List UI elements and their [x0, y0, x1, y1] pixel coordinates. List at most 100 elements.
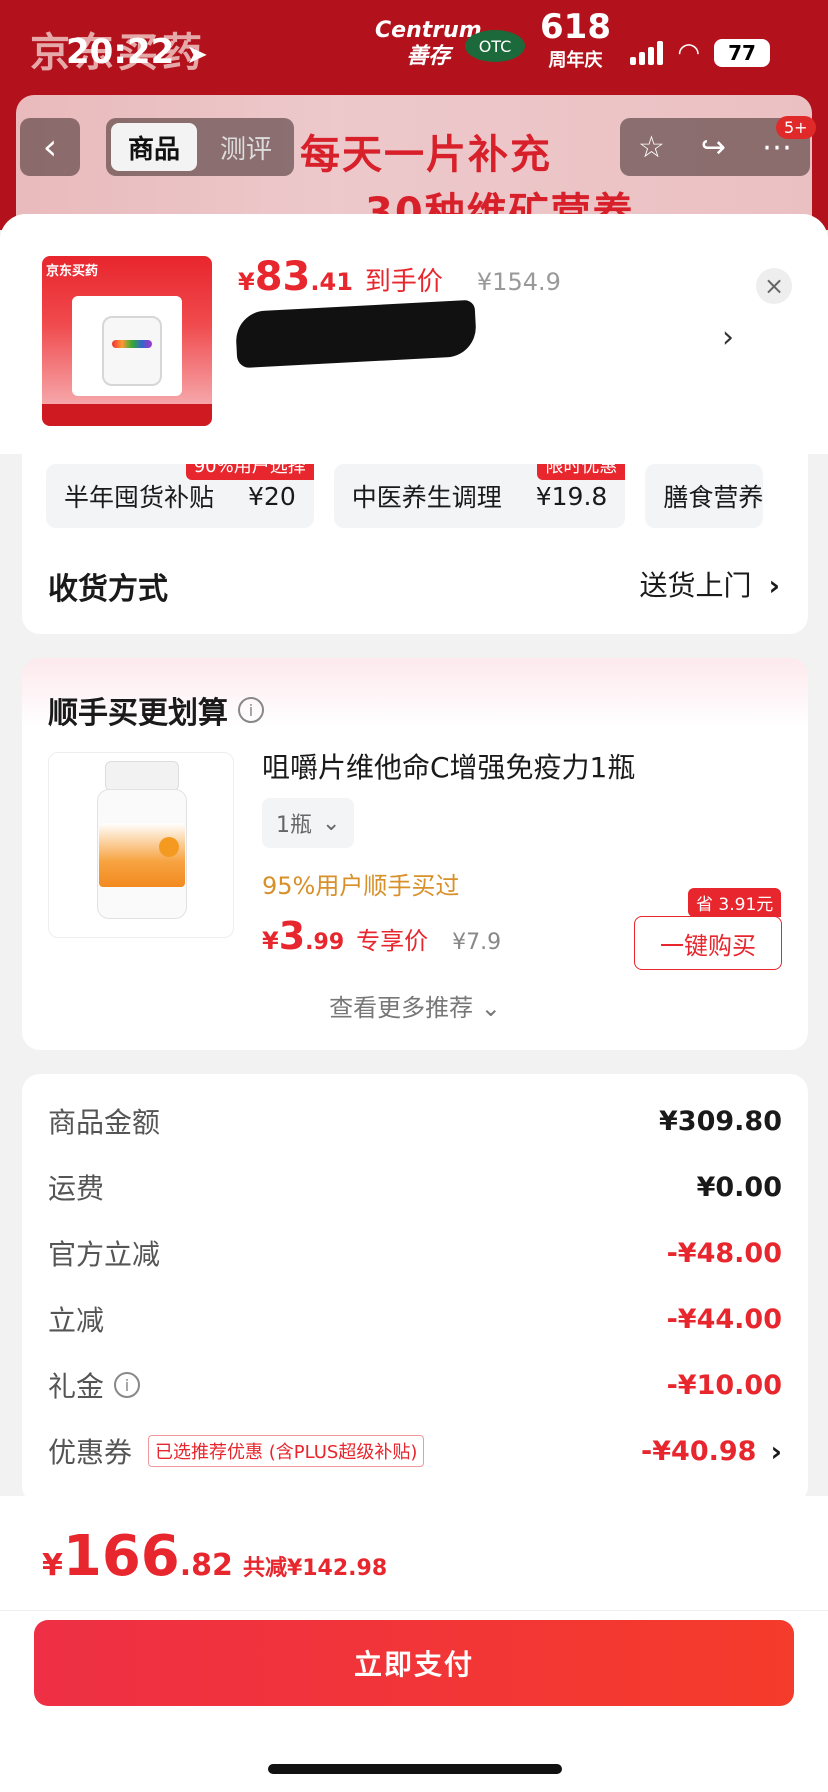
checkout-bar: ¥ 166 .82 共减¥142.98 立即支付	[0, 1496, 828, 1792]
battery-icon: 77	[714, 39, 770, 67]
product-price: ¥ 83 .41 到手价 ¥154.9	[238, 254, 561, 300]
original-price: ¥154.9	[476, 268, 561, 296]
spec-select[interactable]: 1瓶 ⌄	[262, 798, 355, 848]
rec-price-tag: 专享价	[356, 927, 429, 955]
pay-now-button[interactable]: 立即支付	[34, 1620, 794, 1706]
save-badge: 省 3.91元	[688, 888, 782, 917]
nav-tabs: 商品 测评	[106, 118, 294, 176]
recommend-sold: 95%用户顺手买过	[262, 872, 460, 900]
total-price: ¥ 166 .82 共减¥142.98	[42, 1524, 387, 1589]
price-tag: 到手价	[364, 267, 443, 297]
divider	[0, 1610, 828, 1611]
coupon-label: 优惠券	[48, 1436, 133, 1469]
benefit-chip[interactable]: 膳食营养	[645, 464, 763, 528]
chevron-down-icon: ⌄	[480, 994, 501, 1022]
status-time-text: 20:22	[66, 32, 175, 72]
total-saved: 共减¥142.98	[242, 1556, 388, 1581]
gift-label: 礼金	[48, 1370, 105, 1403]
summary-row-gift: 礼金 i -¥10.00	[48, 1360, 782, 1410]
rec-price-decimal: .99	[305, 930, 345, 955]
summary-value: -¥48.00	[666, 1237, 782, 1269]
total-decimal: .82	[179, 1548, 233, 1583]
recommend-name[interactable]: 咀嚼片维他命C增强免疫力1瓶	[262, 746, 635, 786]
summary-label: 商品金额	[48, 1106, 161, 1139]
summary-value: -¥40.98	[641, 1435, 757, 1467]
back-button[interactable]: ‹	[20, 118, 80, 176]
status-time: 20:22 ➤	[66, 32, 208, 72]
chevron-right-icon: ›	[770, 1434, 782, 1468]
delivery-selector[interactable]: 送货上门 ›	[640, 564, 780, 604]
chevron-down-icon: ⌄	[322, 810, 341, 836]
more-recommend-text: 查看更多推荐	[329, 994, 474, 1022]
rec-original-price: ¥7.9	[452, 930, 502, 955]
redacted-address	[234, 299, 478, 369]
location-arrow-icon: ➤	[186, 40, 208, 70]
summary-value: ¥309.80	[659, 1105, 782, 1137]
share-icon[interactable]: ↪	[701, 130, 726, 165]
status-bar: 20:22 ➤ ◠ 77	[0, 0, 828, 110]
benefit-name: 半年囤货补贴	[64, 483, 215, 512]
recommend-title-text: 顺手买更划算	[48, 696, 228, 731]
price-symbol: ¥	[238, 268, 255, 296]
benefit-chip[interactable]: 半年囤货补贴 ¥20 90%用户选择	[46, 464, 314, 528]
close-icon: ×	[763, 272, 785, 300]
benefit-amount: ¥19.8	[535, 481, 608, 511]
tab-review[interactable]: 测评	[203, 123, 289, 171]
summary-row-official-discount: 官方立减 -¥48.00	[48, 1228, 782, 1278]
info-icon[interactable]: i	[238, 697, 264, 723]
chevron-right-icon[interactable]: ›	[722, 320, 734, 355]
more-recommend-link[interactable]: 查看更多推荐 ⌄	[22, 988, 808, 1023]
info-icon[interactable]: i	[114, 1372, 141, 1398]
close-button[interactable]: ×	[756, 268, 792, 304]
recommend-price: ¥ 3 .99 专享价 ¥7.9	[262, 914, 501, 958]
benefit-amount: ¥20	[248, 481, 296, 511]
summary-label: 立减	[48, 1304, 105, 1337]
benefit-name: 膳食营养	[663, 483, 764, 512]
bottle-icon	[102, 316, 162, 386]
benefit-badge: 限时优惠	[537, 464, 626, 480]
summary-label: 运费	[48, 1172, 105, 1205]
coupon-tag: 已选推荐优惠 (含PLUS超级补贴)	[148, 1435, 425, 1467]
one-click-buy-button[interactable]: 一键购买	[634, 916, 782, 970]
product-header: 京东买药 ¥ 83 .41 到手价 ¥154.9 › ×	[0, 214, 828, 454]
price-decimal: .41	[310, 268, 353, 296]
summary-row-discount: 立减 -¥44.00	[48, 1294, 782, 1344]
rec-price-symbol: ¥	[262, 927, 279, 955]
summary-row-coupon[interactable]: 优惠券 已选推荐优惠 (含PLUS超级补贴) -¥40.98 ›	[48, 1426, 782, 1476]
home-indicator[interactable]	[268, 1764, 562, 1774]
delivery-value: 送货上门	[639, 569, 752, 602]
summary-value: ¥0.00	[696, 1171, 782, 1203]
price-integer: 83	[254, 254, 311, 300]
price-summary-card: 商品金额 ¥309.80 运费 ¥0.00 官方立减 -¥48.00 立减 -¥…	[22, 1074, 808, 1504]
summary-label: 礼金 i	[48, 1365, 141, 1405]
product-thumbnail[interactable]: 京东买药	[42, 256, 212, 426]
cellular-signal-icon	[630, 41, 664, 65]
wifi-icon: ◠	[677, 38, 700, 68]
tab-product[interactable]: 商品	[111, 123, 197, 171]
thumb-brand-logo: 京东买药	[46, 264, 99, 279]
summary-label: 优惠券 已选推荐优惠 (含PLUS超级补贴)	[48, 1431, 425, 1471]
summary-value: -¥10.00	[666, 1369, 782, 1401]
total-integer: 166	[62, 1524, 180, 1589]
message-badge: 5+	[776, 116, 816, 139]
total-symbol: ¥	[42, 1548, 63, 1583]
spec-value: 1瓶	[276, 813, 312, 838]
summary-row-goods: 商品金额 ¥309.80	[48, 1096, 782, 1146]
summary-row-shipping: 运费 ¥0.00	[48, 1162, 782, 1212]
benefit-chips: 半年囤货补贴 ¥20 90%用户选择 中医养生调理 ¥19.8 限时优惠 膳食营…	[46, 464, 808, 528]
benefit-name: 中医养生调理	[351, 483, 502, 512]
chevron-right-icon: ›	[768, 569, 780, 602]
benefit-chip[interactable]: 中医养生调理 ¥19.8 限时优惠	[333, 464, 626, 528]
rec-price-integer: 3	[278, 914, 306, 958]
chevron-left-icon: ‹	[42, 126, 58, 168]
star-icon[interactable]: ☆	[638, 130, 665, 165]
benefit-badge: 90%用户选择	[185, 464, 314, 480]
delivery-label: 收货方式	[48, 572, 168, 607]
recommend-card: 顺手买更划算 i 咀嚼片维他命C增强免疫力1瓶 1瓶 ⌄ 95%用户顺手买过 ¥…	[22, 658, 808, 1050]
recommend-title: 顺手买更划算 i	[48, 688, 264, 732]
recommend-image[interactable]	[48, 752, 234, 938]
banner-slogan-1: 每天一片补充	[300, 132, 552, 178]
summary-value: -¥44.00	[666, 1303, 782, 1335]
summary-label: 官方立减	[48, 1238, 161, 1271]
status-icons: ◠ 77	[630, 38, 770, 68]
